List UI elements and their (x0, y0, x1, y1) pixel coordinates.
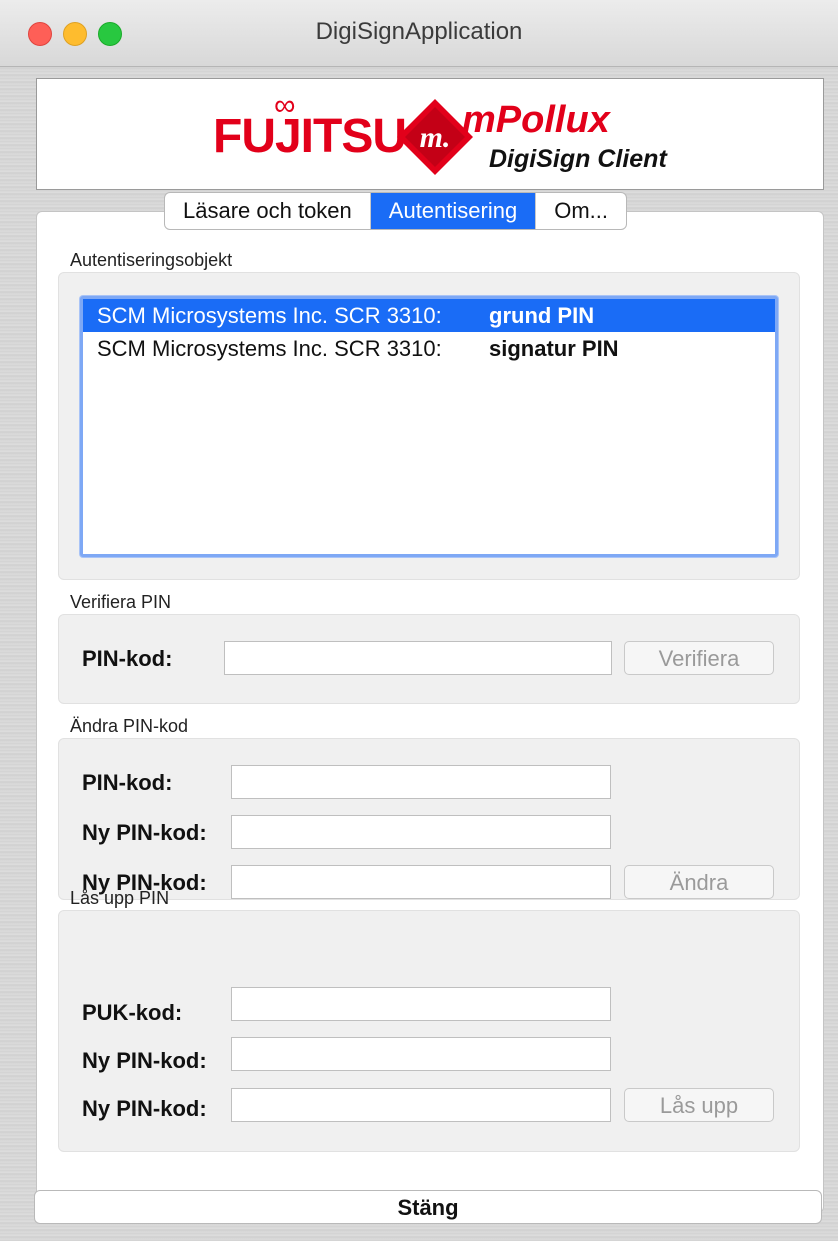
title-bar[interactable]: DigiSignApplication (0, 0, 838, 67)
tab-readers-and-tokens[interactable]: Läsare och token (165, 193, 371, 229)
puk-code-input[interactable] (231, 987, 611, 1021)
mpollux-logo: mPollux (462, 99, 610, 141)
unlock-button[interactable]: Lås upp (624, 1088, 774, 1122)
unlock-confirm-pin-label: Ny PIN-kod: (82, 1096, 207, 1121)
digisign-client-subtitle: DigiSign Client (489, 145, 667, 173)
list-item[interactable]: SCM Microsystems Inc. SCR 3310: grund PIN (83, 299, 775, 332)
svg-text:m.: m. (420, 121, 451, 154)
auth-objects-label: Autentiseringsobjekt (70, 250, 233, 270)
verify-button[interactable]: Verifiera (624, 641, 774, 675)
window-title: DigiSignApplication (315, 18, 523, 45)
change-new-pin-label: Ny PIN-kod: (82, 820, 207, 845)
verify-pin-label: Verifiera PIN (70, 592, 172, 612)
change-current-pin-input[interactable] (231, 765, 611, 799)
unlock-confirm-pin-input[interactable] (231, 1088, 611, 1122)
unlock-new-pin-input[interactable] (231, 1037, 611, 1071)
fujitsu-logo: FUJITSU (213, 110, 407, 163)
change-pin-label: Ändra PIN-kod (70, 716, 189, 736)
verify-pin-code-label: PIN-kod: (82, 646, 173, 671)
change-button[interactable]: Ändra (624, 865, 774, 899)
list-item[interactable]: SCM Microsystems Inc. SCR 3310: signatur … (83, 332, 775, 365)
change-current-pin-label: PIN-kod: (82, 770, 173, 795)
close-button[interactable]: Stäng (34, 1190, 822, 1224)
auth-objects-list[interactable]: SCM Microsystems Inc. SCR 3310: grund PIN… (80, 296, 778, 557)
change-new-pin-input[interactable] (231, 815, 611, 849)
app-window: DigiSignApplication ∞ FUJITSU m. mPollux… (0, 0, 838, 1241)
tab-about[interactable]: Om... (536, 193, 626, 229)
verify-pin-input[interactable] (224, 641, 612, 675)
unlock-new-pin-label: Ny PIN-kod: (82, 1048, 207, 1073)
tab-authentication[interactable]: Autentisering (370, 193, 537, 229)
tab-bar: Läsare och token Autentisering Om... (164, 192, 627, 230)
puk-code-label: PUK-kod: (82, 1000, 183, 1025)
change-confirm-pin-input[interactable] (231, 865, 611, 899)
brand-header: ∞ FUJITSU m. mPollux DigiSign Client (36, 78, 824, 190)
unlock-pin-label: Lås upp PIN (70, 888, 170, 908)
